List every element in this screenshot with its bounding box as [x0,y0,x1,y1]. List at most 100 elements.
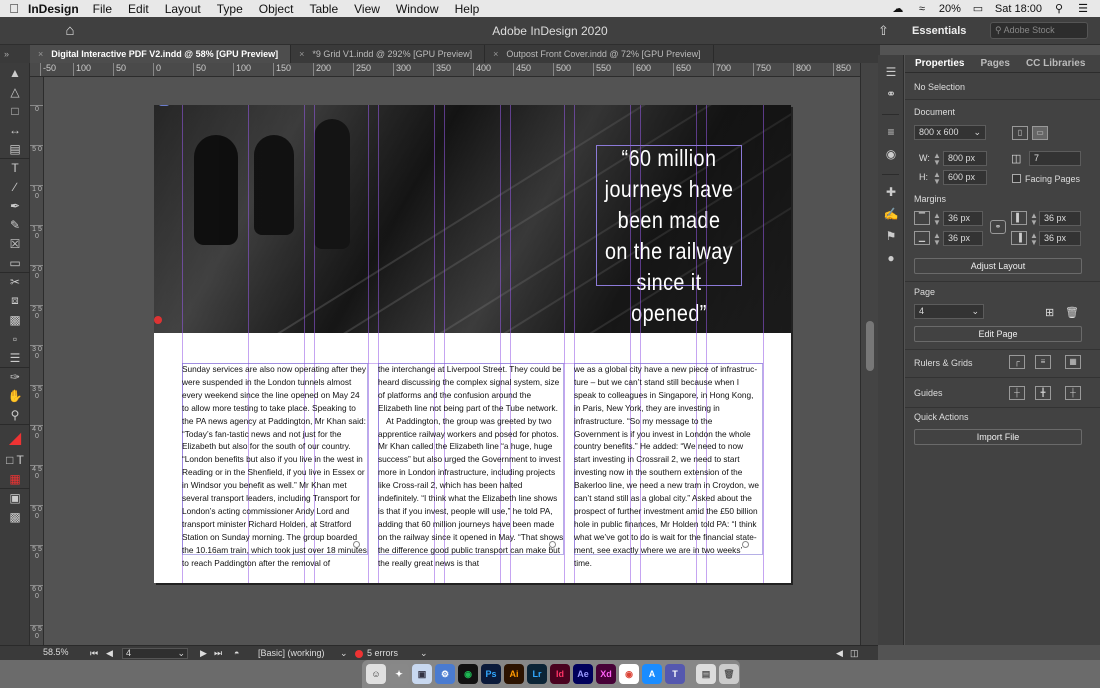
line-tool-icon[interactable]: ∕ [0,177,30,196]
preflight-errors[interactable]: 5 errors [367,648,398,658]
free-transform-tool-icon[interactable]: ⧈ [0,291,30,310]
horizontal-ruler[interactable]: -50 100 50 0 50 100 150 200 250 300 350 … [30,63,860,77]
menu-window[interactable]: Window [396,2,439,16]
vertical-ruler[interactable]: 0 5 0 1 0 0 1 5 0 2 0 0 2 5 0 3 0 0 3 5 … [30,77,44,645]
chevron-down-icon[interactable]: ⌄ [420,648,428,659]
screen-mode-icon[interactable]: ▣ [0,488,30,507]
swatches-icon[interactable]: ◉ [878,143,904,165]
facing-pages-checkbox[interactable] [1012,174,1021,183]
lightroom-icon[interactable]: Lr [527,664,547,684]
downloads-icon[interactable]: ▤ [696,664,716,684]
out-port-icon[interactable] [353,541,360,548]
last-page-icon[interactable]: ⏭ [214,648,222,659]
spotlight-icon[interactable]: ⚲ [1052,3,1066,15]
guides-toggle-icon[interactable]: ┼ [1009,386,1025,400]
body-column-1[interactable]: Sunday services are also now operating a… [182,363,368,570]
preview-icon[interactable]: ▣ [412,664,432,684]
direct-selection-tool-icon[interactable]: △ [0,82,30,101]
finder-icon[interactable]: ☺ [366,664,386,684]
pencil-tool-icon[interactable]: ✎ [0,215,30,234]
illustrator-icon[interactable]: Ai [504,664,524,684]
margin-top-field[interactable]: 36 px [943,211,983,226]
split-layout-icon[interactable]: ◫ [850,648,859,659]
gradient-swatch-tool-icon[interactable]: ▩ [0,310,30,329]
tab-properties[interactable]: Properties [905,55,970,72]
xd-icon[interactable]: Xd [596,664,616,684]
creative-cloud-icon[interactable]: ☁ [891,3,905,15]
collapse-toolbar-icon[interactable]: » [0,49,30,59]
link-margins-icon[interactable]: ⚭ [990,220,1006,234]
smart-guides-icon[interactable]: ╋ [1035,386,1051,400]
menu-edit[interactable]: Edit [128,2,149,16]
body-column-3[interactable]: we as a global city have a new piece of … [574,363,760,570]
previous-page-icon[interactable]: ◀ [106,648,113,659]
rectangle-tool-icon[interactable]: ▭ [0,253,30,272]
landscape-orientation-icon[interactable]: ▭ [1032,126,1048,140]
app-icon[interactable]: ⚙ [435,664,455,684]
character-styles-icon[interactable]: ✚ [878,181,904,203]
pages-count-field[interactable]: 7 [1029,151,1081,166]
open-page-icon[interactable]: ◓ [234,648,239,658]
trash-icon[interactable]: 🗑 [719,664,739,684]
apply-none-icon[interactable]: ▦ [0,469,30,488]
first-page-icon[interactable]: ⏮ [90,648,98,659]
menu-view[interactable]: View [354,2,380,16]
height-field[interactable]: 600 px [943,170,987,185]
clock[interactable]: Sat 18:00 [995,3,1042,15]
chevron-down-icon[interactable]: ⌄ [340,648,348,659]
paragraph-styles-icon[interactable]: ✍ [878,203,904,225]
tab-digital-interactive-pdf[interactable]: × Digital Interactive PDF V2.indd @ 58% … [30,45,292,63]
layers-icon[interactable]: ☰ [878,61,904,83]
battery-icon[interactable]: ▭ [971,3,985,15]
preview-mode-icon[interactable]: ▩ [0,507,30,526]
page-dropdown[interactable]: 4 ⌄ [914,304,984,319]
launchpad-icon[interactable]: ✦ [389,664,409,684]
pull-quote[interactable]: “60 million journeys have been made on t… [605,143,734,329]
hand-tool-icon[interactable]: ✋ [0,386,30,405]
close-icon[interactable]: × [38,49,43,59]
adjust-layout-button[interactable]: Adjust Layout [914,258,1082,274]
preflight-profile[interactable]: [Basic] (working) [258,648,325,658]
scissors-tool-icon[interactable]: ✂ [0,272,30,291]
adobe-stock-search[interactable]: ⚲ Adobe Stock [990,22,1088,39]
tab-9-grid[interactable]: × *9 Grid V1.indd @ 292% [GPU Preview] [291,45,486,63]
body-column-2[interactable]: the interchange at Liverpool Street. The… [378,363,564,570]
workspace-switcher[interactable]: Essentials [904,21,982,41]
menu-file[interactable]: File [93,2,112,16]
lock-guides-icon[interactable]: ┼ [1065,386,1081,400]
stepper-icon[interactable]: ▲ ▼ [933,152,941,167]
add-page-icon[interactable]: ⊞ [1045,306,1054,319]
tab-pages[interactable]: Pages [970,55,1015,72]
page-number-field[interactable]: 4 ⌄ [122,648,188,659]
vertical-scrollbar[interactable] [860,63,878,645]
stepper-icon[interactable]: ▲ ▼ [933,171,941,186]
stepper-icon[interactable]: ▲ ▼ [933,212,941,227]
document-grid-icon[interactable]: ▦ [1065,355,1081,369]
type-tool-icon[interactable]: T [0,158,30,177]
fill-stroke-swatch-icon[interactable]: ◢ [0,424,30,450]
selection-tool-icon[interactable]: ▲ [0,63,30,82]
spotify-icon[interactable]: ◉ [458,664,478,684]
out-port-icon[interactable] [549,541,556,548]
control-center-icon[interactable]: ☰ [1076,3,1090,15]
document-preset-dropdown[interactable]: 800 x 600 ⌄ [914,125,986,140]
delete-page-icon[interactable]: 🗑 [1065,306,1079,319]
eyedropper-tool-icon[interactable]: ✑ [0,367,30,386]
scrollbar-thumb[interactable] [866,321,874,371]
close-icon[interactable]: × [299,49,304,59]
buttons-icon[interactable]: ● [878,247,904,269]
chrome-icon[interactable]: ◉ [619,664,639,684]
after-effects-icon[interactable]: Ae [573,664,593,684]
menu-help[interactable]: Help [455,2,480,16]
formatting-affects-icon[interactable]: □ T [0,450,30,469]
portrait-orientation-icon[interactable]: ▯ [1012,126,1028,140]
share-icon[interactable]: ⇧ [878,23,889,39]
baseline-grid-icon[interactable]: ≡ [1035,355,1051,369]
rulers-toggle-icon[interactable]: ┌ [1009,355,1025,369]
page-tool-icon[interactable]: □ [0,101,30,120]
indesign-icon[interactable]: Id [550,664,570,684]
apple-icon[interactable]:  [0,1,28,16]
gradient-feather-tool-icon[interactable]: ▫ [0,329,30,348]
close-icon[interactable]: × [493,49,498,59]
width-field[interactable]: 800 px [943,151,987,166]
